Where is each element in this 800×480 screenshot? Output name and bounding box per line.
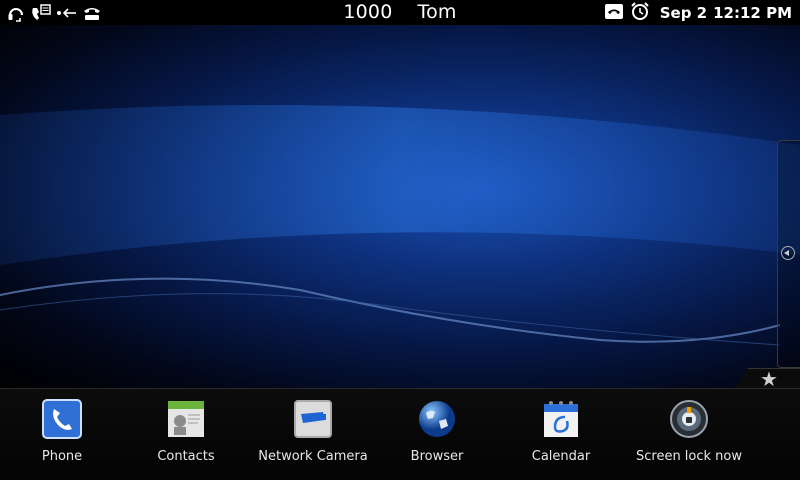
call-hold-icon bbox=[604, 1, 624, 25]
network-camera-icon bbox=[293, 399, 333, 439]
status-icons-right: Sep 2 12:12 PM bbox=[604, 1, 792, 25]
dock-item-network-camera[interactable]: Network Camera bbox=[243, 399, 383, 464]
wallpaper bbox=[0, 25, 800, 390]
alarm-clock-icon bbox=[630, 1, 650, 25]
user-name: Tom bbox=[417, 1, 457, 23]
clock-label: 12:12 PM bbox=[713, 4, 792, 22]
calendar-icon bbox=[541, 399, 581, 439]
status-bar: 1000 Tom Sep 2 12:12 PM bbox=[0, 0, 800, 25]
extension-number: 1000 bbox=[343, 1, 393, 23]
browser-globe-icon bbox=[417, 399, 457, 439]
dock-item-contacts[interactable]: Contacts bbox=[116, 399, 256, 464]
side-panel-handle[interactable] bbox=[777, 140, 800, 368]
dock-item-browser[interactable]: Browser bbox=[367, 399, 507, 464]
dock-item-phone[interactable]: Phone bbox=[0, 399, 132, 464]
expand-left-arrow-icon bbox=[781, 246, 795, 260]
contacts-icon bbox=[166, 399, 206, 439]
app-dock: Phone Contacts Network Camera Browser Ca bbox=[0, 388, 800, 480]
dock-item-calendar[interactable]: Calendar bbox=[491, 399, 631, 464]
date-label: Sep 2 bbox=[659, 4, 708, 22]
home-screen: 1000 Tom Sep 2 12:12 PM ★ Phone Contacts… bbox=[0, 0, 800, 480]
phone-icon bbox=[42, 399, 82, 439]
dock-item-screen-lock[interactable]: Screen lock now bbox=[619, 399, 759, 464]
screen-lock-icon bbox=[669, 399, 709, 439]
